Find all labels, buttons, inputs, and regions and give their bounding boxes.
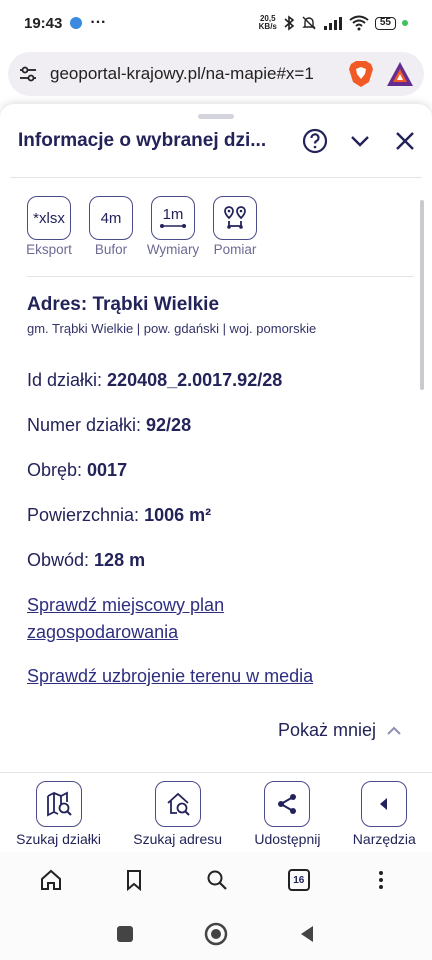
show-less-button[interactable]: Pokaż mniej (278, 720, 402, 741)
field-value: 1006 m² (144, 505, 212, 525)
app-bottom-nav: Szukaj działki Szukaj adresu Udostępnij … (0, 772, 432, 852)
tool-export-label: Eksport (26, 242, 72, 257)
nav-tools-label: Narzędzia (352, 831, 416, 847)
browser-toolbar: 16 (0, 852, 432, 908)
parcel-info-panel: Informacje o wybranej dzi... *xlsx Ekspo… (0, 104, 432, 852)
signal-icon (323, 17, 342, 30)
measure-icon[interactable] (213, 196, 257, 240)
battery-indicator: 55 (374, 16, 396, 30)
brave-shields-icon[interactable] (348, 60, 374, 88)
home-icon[interactable] (39, 868, 63, 892)
panel-scrollbar[interactable] (420, 200, 424, 390)
system-nav-bar (0, 908, 432, 960)
tool-export[interactable]: *xlsx Eksport (18, 196, 80, 257)
check-local-plan-link-cont[interactable]: zagospodarowania (27, 622, 178, 643)
address-subtitle: gm. Trąbki Wielkie | pow. gdański | woj.… (27, 321, 317, 336)
tabs-count-icon[interactable]: 16 (287, 869, 310, 891)
tool-buffer[interactable]: 4m Bufor (80, 196, 142, 257)
tools-row: *xlsx Eksport 4m Bufor 1m Wymiary Pomiar (18, 196, 266, 257)
map-search-icon[interactable] (35, 781, 82, 827)
nav-search-address-label: Szukaj adresu (133, 831, 223, 847)
help-icon[interactable] (302, 128, 328, 154)
tool-dimensions-label: Wymiary (146, 242, 200, 257)
chevron-up-icon (387, 726, 401, 735)
back-icon[interactable] (298, 925, 316, 943)
tool-measure[interactable]: Pomiar (204, 196, 266, 257)
recents-icon[interactable] (116, 925, 134, 943)
status-time: 19:43 (24, 14, 63, 32)
buffer-icon[interactable]: 4m (89, 196, 133, 240)
show-less-label: Pokaż mniej (277, 720, 376, 740)
dimension-line-icon (160, 224, 186, 228)
field-parcel-number: Numer działki: 92/28 (27, 415, 191, 436)
chevron-left-icon[interactable] (361, 781, 408, 827)
tool-measure-label: Pomiar (213, 242, 257, 257)
address-bar[interactable]: geoportal-krajowy.pl/na-mapie#x=1 (8, 52, 424, 96)
brave-rewards-icon[interactable] (386, 61, 414, 87)
mute-bell-icon (302, 16, 316, 30)
tool-dimensions[interactable]: 1m Wymiary (142, 196, 204, 257)
field-label: Powierzchnia: (27, 505, 145, 525)
status-bar: 19:43 ··· 20,5 KB/s 55 (0, 0, 432, 46)
field-area: Powierzchnia: 1006 m² (27, 505, 211, 526)
more-notifications-icon: ··· (90, 14, 107, 31)
xlsx-export-icon[interactable]: *xlsx (27, 196, 71, 240)
nav-tools[interactable]: Narzędzia (353, 773, 416, 852)
nav-share-label: Udostępnij (254, 831, 321, 847)
field-value: 92/28 (146, 415, 192, 435)
address-title: Adres: Trąbki Wielkie (27, 294, 220, 315)
tools-divider (27, 276, 414, 277)
site-settings-icon[interactable] (18, 64, 38, 84)
share-icon[interactable] (264, 781, 311, 827)
nav-search-address[interactable]: Szukaj adresu (133, 773, 222, 852)
nav-search-parcel-label: Szukaj działki (16, 831, 101, 847)
field-value: 128 m (94, 550, 146, 570)
field-parcel-id: Id działki: 220408_2.0017.92/28 (27, 370, 282, 391)
sheet-drag-handle[interactable] (198, 114, 234, 119)
network-speed-unit: KB/s (258, 22, 277, 31)
privacy-indicator-dot (402, 20, 408, 26)
check-utilities-link[interactable]: Sprawdź uzbrojenie terenu w media (27, 666, 313, 687)
bookmark-icon[interactable] (122, 868, 146, 892)
nav-share[interactable]: Udostępnij (254, 773, 320, 852)
search-icon[interactable] (205, 868, 229, 892)
close-icon[interactable] (392, 128, 418, 154)
header-divider (10, 177, 422, 178)
check-local-plan-link[interactable]: Sprawdź miejscowy plan (27, 595, 224, 616)
panel-title: Informacje o wybranej dzi... (18, 130, 267, 151)
field-label: Obręb: (27, 460, 88, 480)
field-value: 220408_2.0017.92/28 (107, 370, 283, 390)
field-perimeter: Obwód: 128 m (27, 550, 145, 571)
collapse-chevron-icon[interactable] (347, 128, 373, 154)
field-label: Obwód: (27, 550, 95, 570)
dimensions-icon-text: 1m (162, 206, 184, 223)
url-text[interactable]: geoportal-krajowy.pl/na-mapie#x=1 (50, 64, 326, 84)
tool-buffer-label: Bufor (94, 242, 128, 257)
field-value: 0017 (87, 460, 128, 480)
wifi-icon (349, 15, 369, 31)
field-label: Id działki: (27, 370, 108, 390)
messenger-notification-icon (70, 17, 83, 29)
network-speed: 20,5 KB/s (259, 15, 277, 31)
home-search-icon[interactable] (154, 781, 201, 827)
field-label: Numer działki: (27, 415, 147, 435)
field-precinct: Obręb: 0017 (27, 460, 127, 481)
more-menu-icon[interactable] (369, 868, 393, 892)
dimensions-icon[interactable]: 1m (151, 196, 195, 240)
nav-search-parcel[interactable]: Szukaj działki (16, 773, 101, 852)
home-nav-icon[interactable] (204, 922, 228, 946)
bluetooth-icon (284, 15, 295, 31)
route-pins-icon (224, 206, 246, 229)
